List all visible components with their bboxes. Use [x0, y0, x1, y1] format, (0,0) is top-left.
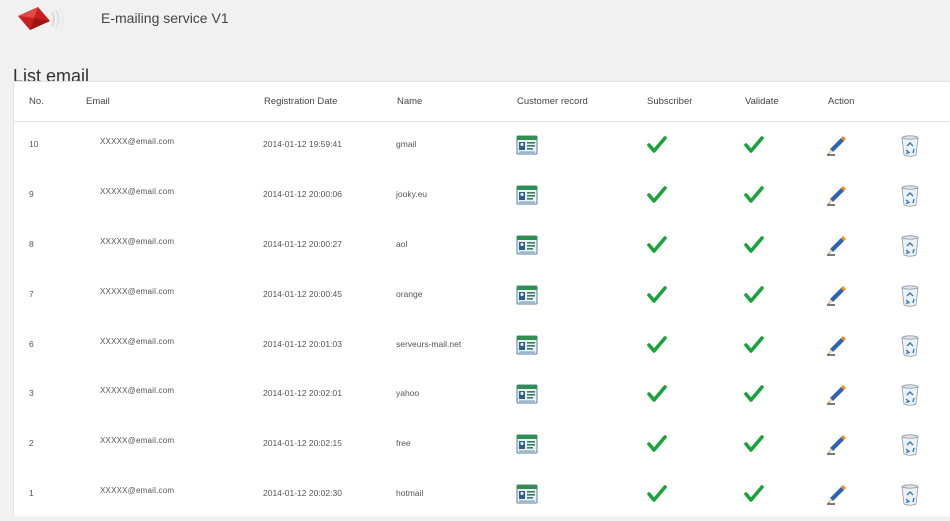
row-name: aol — [396, 239, 408, 249]
row-email: XXXXX@email.com — [100, 337, 175, 346]
row-registration-date: 2014-01-12 20:02:15 — [263, 438, 342, 448]
table-row: 6 XXXXX@email.com 2014-01-12 20:01:03 se… — [14, 322, 950, 372]
contact-card-icon[interactable] — [516, 284, 538, 306]
subscriber-check-icon — [647, 435, 667, 452]
row-registration-date: 2014-01-12 20:02:01 — [263, 388, 342, 398]
row-name: yahoo — [396, 388, 420, 398]
row-email: XXXXX@email.com — [100, 137, 175, 146]
pencil-edit-icon[interactable] — [826, 433, 848, 455]
top-bar: E-mailing service V1 — [0, 0, 950, 40]
row-number: 7 — [29, 289, 34, 299]
column-header-registration-date: Registration Date — [264, 96, 338, 107]
contact-card-icon[interactable] — [516, 234, 538, 256]
row-name: gmail — [396, 139, 417, 149]
contact-card-icon[interactable] — [516, 483, 538, 505]
column-header-email: Email — [86, 96, 110, 107]
contact-card-icon[interactable] — [516, 134, 538, 156]
row-number: 1 — [29, 488, 34, 498]
row-name: orange — [396, 289, 423, 299]
subscriber-check-icon — [647, 236, 667, 253]
contact-card-icon[interactable] — [516, 334, 538, 356]
table-row: 7 XXXXX@email.com 2014-01-12 20:00:45 or… — [14, 272, 950, 322]
pencil-edit-icon[interactable] — [826, 184, 848, 206]
column-header-customer-record: Customer record — [517, 96, 588, 107]
subscriber-check-icon — [647, 485, 667, 502]
table-row: 9 XXXXX@email.com 2014-01-12 20:00:06 jo… — [14, 172, 950, 222]
pencil-edit-icon[interactable] — [826, 483, 848, 505]
row-registration-date: 2014-01-12 20:02:30 — [263, 488, 342, 498]
pencil-edit-icon[interactable] — [826, 383, 848, 405]
row-email: XXXXX@email.com — [100, 187, 175, 196]
subscriber-check-icon — [647, 336, 667, 353]
recycle-bin-icon[interactable] — [900, 184, 920, 208]
table-row: 2 XXXXX@email.com 2014-01-12 20:02:15 fr… — [14, 421, 950, 471]
row-email: XXXXX@email.com — [100, 486, 175, 495]
contact-card-icon[interactable] — [516, 383, 538, 405]
column-header-name: Name — [397, 96, 423, 107]
validate-check-icon — [744, 435, 764, 452]
column-header-validate: Validate — [745, 96, 779, 107]
column-header-subscriber: Subscriber — [647, 96, 693, 107]
subscriber-check-icon — [647, 136, 667, 153]
row-number: 3 — [29, 388, 34, 398]
row-email: XXXXX@email.com — [100, 436, 175, 445]
row-email: XXXXX@email.com — [100, 287, 175, 296]
row-number: 10 — [29, 139, 39, 149]
row-registration-date: 2014-01-12 20:01:03 — [263, 339, 342, 349]
app-title: E-mailing service V1 — [101, 10, 229, 26]
row-name: hotmail — [396, 488, 424, 498]
validate-check-icon — [744, 336, 764, 353]
validate-check-icon — [744, 385, 764, 402]
recycle-bin-icon[interactable] — [900, 284, 920, 308]
pencil-edit-icon[interactable] — [826, 334, 848, 356]
row-name: free — [396, 438, 411, 448]
recycle-bin-icon[interactable] — [900, 483, 920, 507]
row-name: jooky.eu — [396, 189, 428, 199]
table-row: 10 XXXXX@email.com 2014-01-12 19:59:41 g… — [14, 122, 950, 172]
row-number: 9 — [29, 189, 34, 199]
subscriber-check-icon — [647, 186, 667, 203]
row-registration-date: 2014-01-12 19:59:41 — [263, 139, 342, 149]
row-number: 8 — [29, 239, 34, 249]
table-row: 8 XXXXX@email.com 2014-01-12 20:00:27 ao… — [14, 222, 950, 272]
table-row: 1 XXXXX@email.com 2014-01-12 20:02:30 ho… — [14, 471, 950, 521]
column-header-action: Action — [828, 96, 855, 107]
row-email: XXXXX@email.com — [100, 386, 175, 395]
contact-card-icon[interactable] — [516, 433, 538, 455]
validate-check-icon — [744, 236, 764, 253]
row-registration-date: 2014-01-12 20:00:45 — [263, 289, 342, 299]
recycle-bin-icon[interactable] — [900, 334, 920, 358]
column-header-no: No. — [29, 96, 44, 107]
subscriber-check-icon — [647, 286, 667, 303]
validate-check-icon — [744, 485, 764, 502]
validate-check-icon — [744, 286, 764, 303]
pencil-edit-icon[interactable] — [826, 234, 848, 256]
row-email: XXXXX@email.com — [100, 237, 175, 246]
validate-check-icon — [744, 186, 764, 203]
row-name: serveurs-mail.net — [396, 339, 462, 349]
table-header: No. Email Registration Date Name Custome… — [14, 82, 950, 122]
recycle-bin-icon[interactable] — [900, 383, 920, 407]
row-registration-date: 2014-01-12 20:00:27 — [263, 239, 342, 249]
validate-check-icon — [744, 136, 764, 153]
row-registration-date: 2014-01-12 20:00:06 — [263, 189, 342, 199]
pencil-edit-icon[interactable] — [826, 134, 848, 156]
recycle-bin-icon[interactable] — [900, 234, 920, 258]
table-row: 3 XXXXX@email.com 2014-01-12 20:02:01 ya… — [14, 371, 950, 421]
row-number: 6 — [29, 339, 34, 349]
pencil-edit-icon[interactable] — [826, 284, 848, 306]
subscriber-check-icon — [647, 385, 667, 402]
email-list-panel: No. Email Registration Date Name Custome… — [13, 81, 950, 516]
recycle-bin-icon[interactable] — [900, 134, 920, 158]
envelope-logo-icon[interactable] — [16, 4, 64, 34]
recycle-bin-icon[interactable] — [900, 433, 920, 457]
contact-card-icon[interactable] — [516, 184, 538, 206]
row-number: 2 — [29, 438, 34, 448]
